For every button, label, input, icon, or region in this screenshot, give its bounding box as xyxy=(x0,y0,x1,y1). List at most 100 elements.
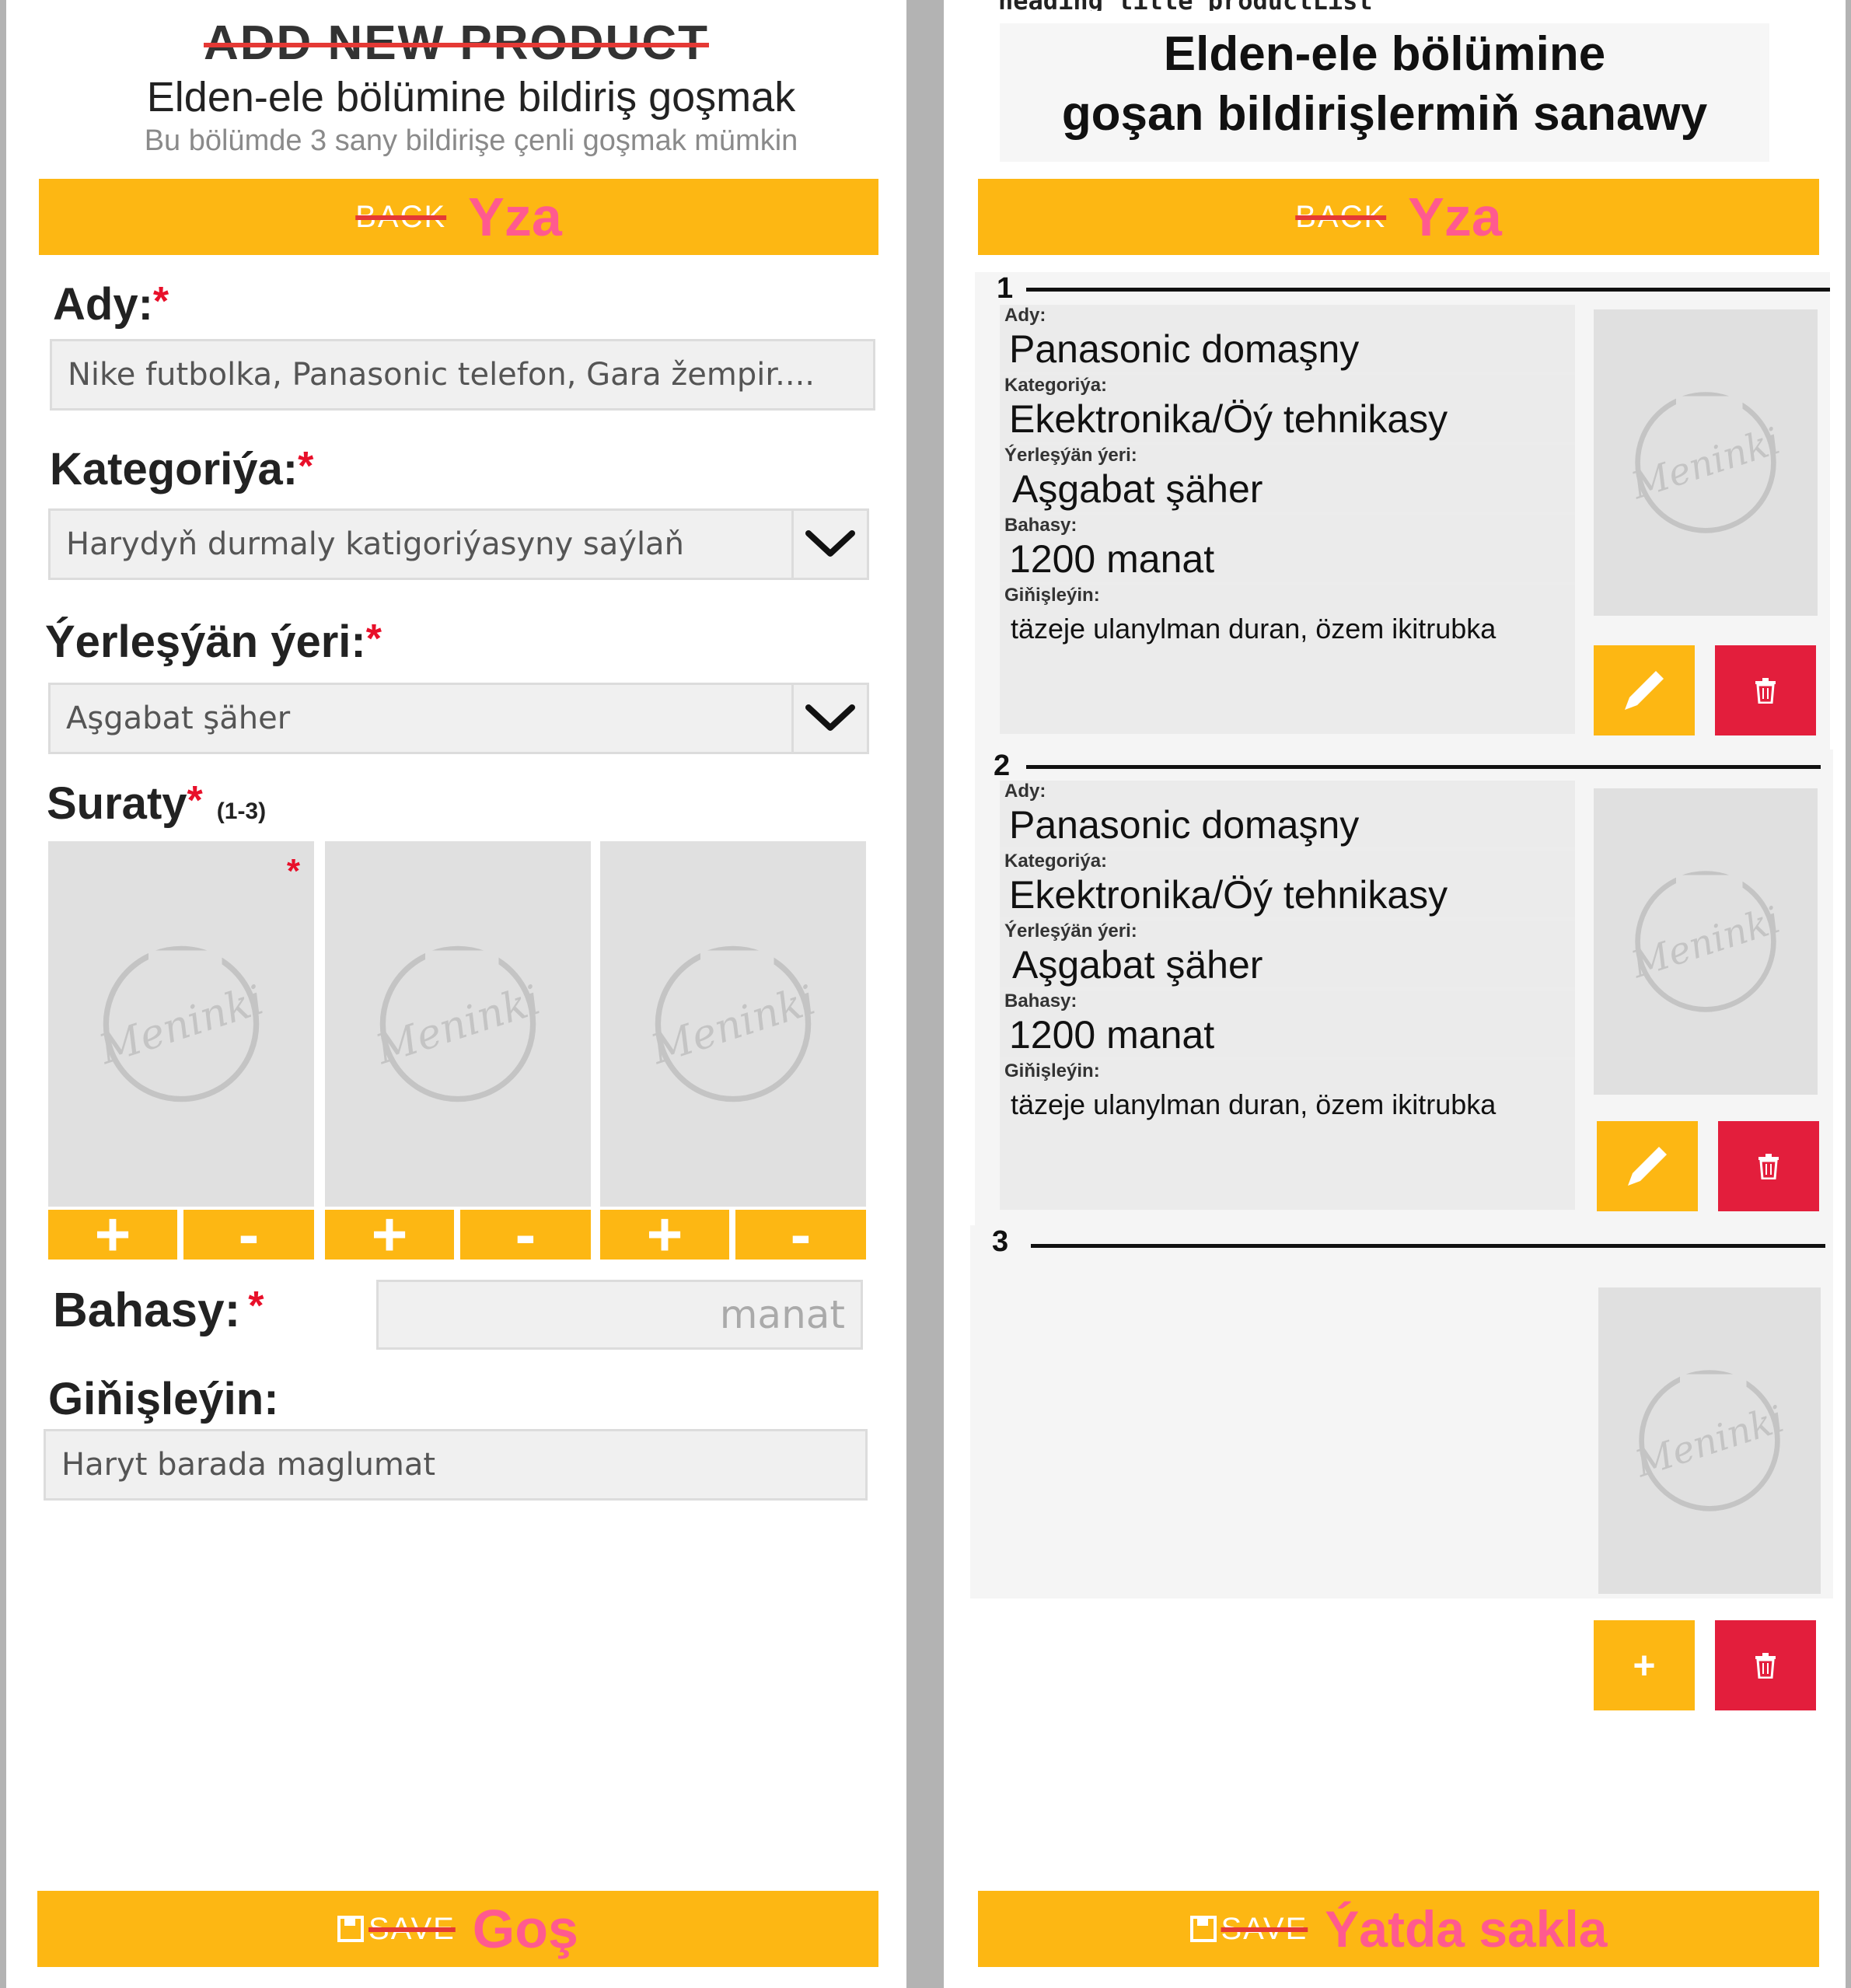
empty-photo-slot[interactable]: Meninki xyxy=(1598,1287,1821,1594)
product-card-1: 1 Ady: Panasonic domaşny Kategoriýa: Eke… xyxy=(975,272,1830,753)
pencil-icon xyxy=(1628,1147,1667,1186)
category-label: Kategoriýa:* xyxy=(50,444,314,494)
product-info: Ady: Panasonic domaşny Kategoriýa: Ekekt… xyxy=(1000,781,1575,1210)
item-number: 1 xyxy=(997,272,1014,305)
photo-3-add-button[interactable]: + xyxy=(600,1204,729,1266)
photo-1-remove-button[interactable]: - xyxy=(183,1204,314,1266)
category-select[interactable]: Harydyň durmaly katigoriýasyny saýlaň xyxy=(48,508,796,580)
watermark-logo: Meninki xyxy=(1632,389,1779,536)
delete-button[interactable] xyxy=(1715,645,1816,735)
location-row: Ýerleşýän ýeri: Aşgabat şäher xyxy=(1000,921,1575,987)
description-label: Giňişleýin: xyxy=(1004,585,1100,606)
trash-icon xyxy=(1758,1154,1779,1179)
photo-1-add-button[interactable]: + xyxy=(48,1204,177,1266)
save-label-en: SAVE xyxy=(337,1912,456,1947)
name-label: Ady: xyxy=(1004,781,1046,802)
description-label: Giňişleýin: xyxy=(48,1374,279,1424)
pencil-icon xyxy=(1625,671,1664,710)
photo-slot-3[interactable]: Meninki xyxy=(600,841,866,1207)
price-value: 1200 manat xyxy=(1009,537,1215,581)
trash-icon xyxy=(1755,1653,1776,1679)
required-mark: * xyxy=(365,617,382,662)
chevron-down-icon xyxy=(805,530,855,557)
product-card-3-empty: 3 Meninki xyxy=(970,1225,1833,1598)
delete-button[interactable] xyxy=(1718,1121,1819,1211)
name-value: Panasonic domaşny xyxy=(1009,803,1360,847)
header-overlay-label: heading_title_productList xyxy=(998,0,1465,11)
save-button[interactable]: SAVE Goş xyxy=(37,1891,878,1967)
photo-2-remove-button[interactable]: - xyxy=(460,1204,591,1266)
description-row: Giňişleýin: täzeje ulanylman duran, özem… xyxy=(1000,585,1575,734)
required-mark: * xyxy=(286,852,300,890)
back-label: Yza xyxy=(468,187,562,247)
watermark-logo: Meninki xyxy=(100,942,263,1106)
header-box: Elden-ele bölümine goşan bildirişlermiň … xyxy=(1000,23,1769,162)
save-button[interactable]: SAVE Ýatda sakla xyxy=(978,1891,1819,1967)
floppy-icon xyxy=(1189,1916,1217,1942)
name-input[interactable]: Nike futbolka, Panasonic telefon, Gara ž… xyxy=(50,339,875,411)
description-value: täzeje ulanylman duran, özem ikitrubka xyxy=(1011,1088,1497,1120)
category-value: Ekektronika/Öý tehnikasy xyxy=(1009,397,1448,441)
divider xyxy=(1026,765,1821,769)
name-label: Ady: xyxy=(1004,305,1046,326)
category-label: Kategoriýa: xyxy=(1004,851,1108,872)
svg-text:Meninki: Meninki xyxy=(1636,1398,1783,1487)
header-subtitle: Bu bölümde 3 sany bildirişe çenli goşmak… xyxy=(144,124,798,157)
location-dropdown-button[interactable] xyxy=(791,683,869,754)
location-row: Ýerleşýän ýeri: Aşgabat şäher xyxy=(1000,445,1575,512)
header-title: Elden-ele bölümine bildiriş goşmak xyxy=(146,74,796,121)
trash-icon xyxy=(1755,678,1776,704)
required-mark: * xyxy=(248,1284,264,1329)
delete-button[interactable] xyxy=(1715,1620,1816,1710)
price-input[interactable]: manat xyxy=(376,1280,863,1350)
divider xyxy=(1026,288,1830,292)
photo-slot-1[interactable]: * Meninki xyxy=(48,841,314,1207)
edit-button[interactable] xyxy=(1597,1121,1698,1211)
item-number: 2 xyxy=(994,749,1011,782)
header-title-line1: Elden-ele bölümine xyxy=(1163,27,1606,81)
category-dropdown-button[interactable] xyxy=(791,508,869,580)
category-row: Kategoriýa: Ekektronika/Öý tehnikasy xyxy=(1000,375,1575,442)
watermark-logo: Meninki xyxy=(1632,868,1779,1015)
svg-text:Meninki: Meninki xyxy=(651,977,815,1074)
price-row: Bahasy: 1200 manat xyxy=(1000,991,1575,1057)
location-select[interactable]: Aşgabat şäher xyxy=(48,683,796,754)
svg-text:Meninki: Meninki xyxy=(1632,420,1779,508)
name-label: Ady:* xyxy=(53,279,169,330)
name-value: Panasonic domaşny xyxy=(1009,327,1360,371)
save-label-en: SAVE xyxy=(1189,1912,1308,1947)
description-value: täzeje ulanylman duran, özem ikitrubka xyxy=(1011,613,1497,645)
photo-slot-2[interactable]: Meninki xyxy=(325,841,591,1207)
photo-3-remove-button[interactable]: - xyxy=(735,1204,866,1266)
name-row: Ady: Panasonic domaşny xyxy=(1000,781,1575,847)
category-row: Kategoriýa: Ekektronika/Öý tehnikasy xyxy=(1000,851,1575,917)
price-label: Bahasy: xyxy=(1004,991,1077,1011)
product-info: Ady: Panasonic domaşny Kategoriýa: Ekekt… xyxy=(1000,305,1575,734)
watermark-logo: Meninki xyxy=(1636,1367,1783,1515)
edit-button[interactable] xyxy=(1594,645,1695,735)
item-number: 3 xyxy=(992,1225,1009,1258)
photo-2-add-button[interactable]: + xyxy=(325,1204,454,1266)
floppy-icon xyxy=(337,1916,365,1942)
back-label: Yza xyxy=(1408,187,1502,247)
photos-range: (1-3) xyxy=(216,798,267,824)
back-button[interactable]: BACK Yza xyxy=(978,179,1819,255)
add-product-button[interactable]: + xyxy=(1594,1620,1695,1710)
product-card-2: 2 Ady: Panasonic domaşny Kategoriýa: Eke… xyxy=(975,749,1833,1227)
svg-text:Meninki: Meninki xyxy=(376,977,540,1074)
price-value: 1200 manat xyxy=(1009,1013,1215,1057)
product-list-panel: heading_title_productList Elden-ele bölü… xyxy=(944,0,1846,1988)
price-row: Bahasy: 1200 manat xyxy=(1000,515,1575,582)
add-product-panel: ADD NEW PRODUCT Elden-ele bölümine bildi… xyxy=(6,0,906,1988)
svg-text:Meninki: Meninki xyxy=(100,977,263,1074)
name-row: Ady: Panasonic domaşny xyxy=(1000,305,1575,372)
description-input[interactable]: Haryt barada maglumat xyxy=(44,1429,868,1501)
watermark-logo: Meninki xyxy=(376,942,540,1106)
description-label: Giňişleýin: xyxy=(1004,1060,1100,1081)
location-label: Ýerleşýän ýeri: xyxy=(1004,921,1137,942)
photos-label: Suraty* (1-3) xyxy=(47,778,267,829)
back-button[interactable]: BACK Yza xyxy=(39,179,878,255)
divider xyxy=(1031,1244,1825,1248)
back-label-en: BACK xyxy=(1295,199,1387,234)
back-label-en: BACK xyxy=(355,199,447,234)
